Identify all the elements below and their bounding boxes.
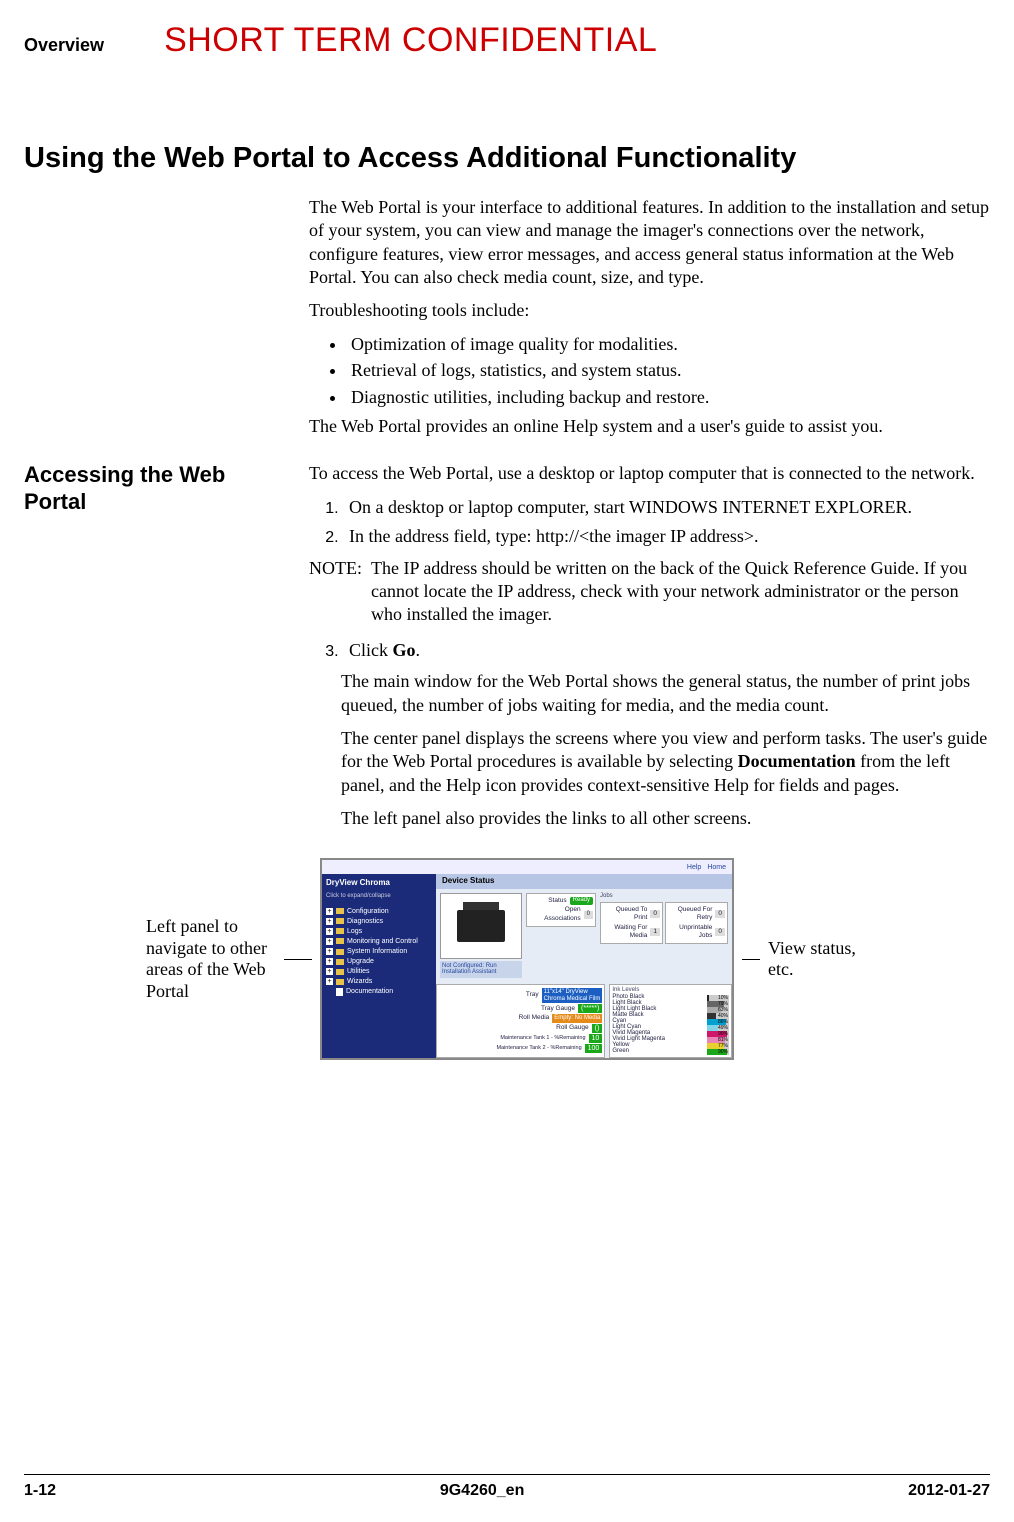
header-section: Overview	[24, 34, 104, 57]
ink-row: Green90%	[612, 1049, 729, 1055]
help-link[interactable]: Help	[687, 863, 701, 872]
step-3-bold: Go	[393, 640, 416, 660]
step-1: On a desktop or laptop computer, start W…	[343, 496, 990, 519]
brand: DryView Chroma	[326, 878, 432, 888]
callout-line-icon	[742, 959, 760, 960]
steps-list-cont: Click Go.	[309, 639, 990, 662]
sidebar-item[interactable]: +Logs	[326, 927, 432, 936]
sidebar-item[interactable]: +Diagnostics	[326, 917, 432, 926]
web-portal-screenshot: Help Home DryView Chroma Click to expand…	[320, 858, 734, 1059]
figure: Left panel to navigate to other areas of…	[24, 858, 990, 1059]
sidebar-item[interactable]: Documentation	[326, 987, 432, 996]
status-badge: Ready	[570, 897, 593, 905]
footer-page: 1-12	[24, 1481, 56, 1502]
step-3: Click Go.	[343, 639, 990, 662]
bullet-item: Optimization of image quality for modali…	[347, 333, 990, 356]
note-label: NOTE:	[309, 557, 371, 627]
sidebar-item[interactable]: +Upgrade	[326, 957, 432, 966]
step-2: In the address field, type: http://<the …	[343, 525, 990, 548]
callout-right: View status, etc.	[768, 938, 868, 981]
intro-paragraph-1: The Web Portal is your interface to addi…	[309, 196, 990, 290]
intro-paragraph-2: Troubleshooting tools include:	[309, 299, 990, 322]
bullet-item: Retrieval of logs, statistics, and syste…	[347, 359, 990, 382]
sidebar-hint: Click to expand/collapse	[326, 893, 432, 901]
footer-docid: 9G4260_en	[440, 1481, 525, 1502]
note-block: NOTE: The IP address should be written o…	[309, 557, 990, 627]
sidebar-item[interactable]: +Configuration	[326, 907, 432, 916]
sidebar-item[interactable]: +Utilities	[326, 967, 432, 976]
home-link[interactable]: Home	[707, 863, 726, 872]
access-intro: To access the Web Portal, use a desktop …	[309, 462, 990, 485]
steps-list: On a desktop or laptop computer, start W…	[309, 496, 990, 549]
panel-title: Device Status	[436, 874, 732, 888]
bullet-item: Diagnostic utilities, including backup a…	[347, 386, 990, 409]
step3-p2: The center panel displays the screens wh…	[341, 727, 990, 797]
watermark: SHORT TERM CONFIDENTIAL	[164, 18, 657, 62]
step-3-pre: Click	[349, 640, 393, 660]
step3-p1: The main window for the Web Portal shows…	[341, 670, 990, 717]
sidebar-item[interactable]: +Monitoring and Control	[326, 937, 432, 946]
page-title: Using the Web Portal to Access Additiona…	[24, 140, 990, 178]
callout-left: Left panel to navigate to other areas of…	[146, 916, 276, 1002]
step-3-post: .	[416, 640, 421, 660]
troubleshooting-list: Optimization of image quality for modali…	[309, 333, 990, 409]
page-footer: 1-12 9G4260_en 2012-01-27	[24, 1474, 990, 1502]
subheading: Accessing the Web Portal	[24, 462, 291, 515]
printer-image	[440, 893, 522, 959]
config-message: Not Configured: Run Installation Assista…	[440, 961, 522, 978]
sidebar: DryView Chroma Click to expand/collapse …	[322, 874, 436, 1057]
sidebar-item[interactable]: +Wizards	[326, 977, 432, 986]
intro-paragraph-3: The Web Portal provides an online Help s…	[309, 415, 990, 438]
sidebar-item[interactable]: +System Information	[326, 947, 432, 956]
step3-p3: The left panel also provides the links t…	[341, 807, 990, 830]
footer-date: 2012-01-27	[908, 1481, 990, 1502]
note-body: The IP address should be written on the …	[371, 557, 990, 627]
callout-line-icon	[284, 959, 312, 960]
